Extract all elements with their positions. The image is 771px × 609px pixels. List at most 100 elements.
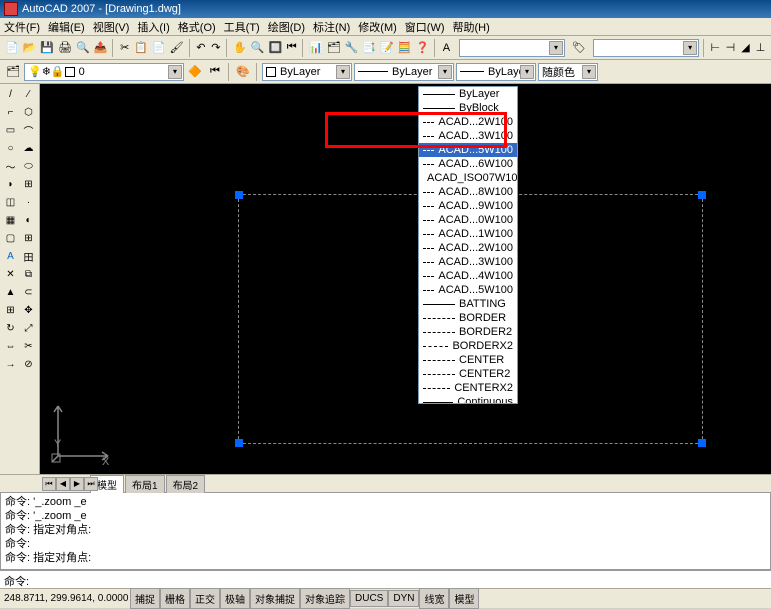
linetype-option[interactable]: ACAD...0W100 (419, 213, 517, 227)
osnap-button[interactable]: 对象捕捉 (250, 588, 300, 609)
menu-help[interactable]: 帮助(H) (453, 19, 490, 35)
layer-dropdown[interactable]: 💡❄🔒 0 (24, 63, 184, 81)
point-icon[interactable]: · (20, 194, 37, 211)
linetype-option[interactable]: ACAD...5W100 (419, 143, 517, 157)
extend-icon[interactable]: → (2, 356, 19, 373)
linetype-option[interactable]: ACAD...4W100 (419, 269, 517, 283)
layerprops-icon[interactable]: 🗂 (4, 63, 22, 81)
break-icon[interactable]: ⊘ (20, 356, 37, 373)
menu-draw[interactable]: 绘图(D) (268, 19, 305, 35)
move-icon[interactable]: ✥ (20, 302, 37, 319)
open-icon[interactable]: 📂 (22, 39, 38, 57)
dyn-button[interactable]: DYN (388, 590, 419, 607)
grip-tl[interactable] (235, 191, 243, 199)
tab-layout1[interactable]: 布局1 (125, 475, 165, 493)
grid-button[interactable]: 栅格 (160, 588, 190, 609)
menu-dimension[interactable]: 标注(N) (313, 19, 350, 35)
gradient-icon[interactable]: ◐ (20, 212, 37, 229)
tab-prev-icon[interactable]: ◀ (56, 477, 70, 491)
rotate-icon[interactable]: ↻ (2, 320, 19, 337)
dc-icon[interactable]: 🗂 (326, 39, 342, 57)
zoomprev-icon[interactable]: ⏮ (285, 39, 298, 57)
hatch-icon[interactable]: ▦ (2, 212, 19, 229)
publish-icon[interactable]: 📤 (93, 39, 109, 57)
calc-icon[interactable]: 🧮 (397, 39, 413, 57)
command-window[interactable]: 命令: '_.zoom _e 命令: '_.zoom _e 命令: 指定对角点:… (0, 492, 771, 570)
linetype-dropdown[interactable]: ByLayer (354, 63, 454, 81)
linetype-option[interactable]: ACAD_ISO07W100 (419, 171, 517, 185)
linetype-option[interactable]: ACAD...2W100 (419, 115, 517, 129)
tab-last-icon[interactable]: ⏭ (84, 477, 98, 491)
zoomwin-icon[interactable]: 🔲 (268, 39, 284, 57)
menu-modify[interactable]: 修改(M) (358, 19, 397, 35)
linetype-option[interactable]: ACAD...8W100 (419, 185, 517, 199)
dimstyle-dropdown[interactable] (593, 39, 699, 57)
tool-icon[interactable]: 🔧 (344, 39, 360, 57)
trim-icon[interactable]: ✂ (20, 338, 37, 355)
linetype-option[interactable]: ACAD...1W100 (419, 227, 517, 241)
dropdown-arrow-icon[interactable] (438, 65, 452, 79)
layerprev-icon[interactable]: ⏮ (206, 63, 224, 81)
cut-icon[interactable]: ✂ (118, 39, 131, 57)
linetype-option[interactable]: CENTERX2 (419, 381, 517, 395)
insert-icon[interactable]: ⊞ (20, 176, 37, 193)
linetype-option[interactable]: ACAD...9W100 (419, 199, 517, 213)
linetype-option[interactable]: CENTER (419, 353, 517, 367)
model-button[interactable]: 模型 (449, 588, 479, 609)
circle-icon[interactable]: ○ (2, 140, 19, 157)
rect-icon[interactable]: ▭ (2, 122, 19, 139)
grip-br[interactable] (698, 439, 706, 447)
linetype-option[interactable]: CENTER2 (419, 367, 517, 381)
color-dropdown[interactable]: ByLayer (262, 63, 352, 81)
offset-icon[interactable]: ⊂ (20, 284, 37, 301)
dropdown-arrow-icon[interactable] (168, 65, 182, 79)
undo-icon[interactable]: ↶ (194, 39, 207, 57)
tab-layout2[interactable]: 布局2 (166, 475, 206, 493)
array-icon[interactable]: ⊞ (2, 302, 19, 319)
pan-icon[interactable]: ✋ (232, 39, 248, 57)
save-icon[interactable]: 💾 (39, 39, 55, 57)
polygon-icon[interactable]: ⬡ (20, 104, 37, 121)
menu-insert[interactable]: 插入(I) (137, 19, 169, 35)
linetype-option[interactable]: BORDER (419, 311, 517, 325)
redo-icon[interactable]: ↷ (209, 39, 222, 57)
scale-icon[interactable]: ⤢ (20, 320, 37, 337)
menu-format[interactable]: 格式(O) (178, 19, 216, 35)
dropdown-arrow-icon[interactable] (582, 65, 596, 79)
linetype-option[interactable]: ACAD...3W100 (419, 129, 517, 143)
linetype-option[interactable]: ACAD...5W100 (419, 283, 517, 297)
preview-icon[interactable]: 🔍 (75, 39, 91, 57)
menu-window[interactable]: 窗口(W) (405, 19, 445, 35)
mtext-icon[interactable]: A (2, 248, 19, 265)
mirror-icon[interactable]: ▲ (2, 284, 19, 301)
paste-icon[interactable]: 📄 (151, 39, 167, 57)
table-icon[interactable]: ⊞ (20, 230, 37, 247)
linetype-option[interactable]: BORDERX2 (419, 339, 517, 353)
revcloud-icon[interactable]: ☁ (20, 140, 37, 157)
copy-icon[interactable]: ⧉ (20, 266, 37, 283)
snap-button[interactable]: 捕捉 (130, 588, 160, 609)
dropdown-arrow-icon[interactable] (520, 65, 534, 79)
dropdown-arrow-icon[interactable] (683, 41, 697, 55)
zoom-icon[interactable]: 🔍 (250, 39, 266, 57)
polar-button[interactable]: 极轴 (220, 588, 250, 609)
arc-icon[interactable]: ⌒ (20, 122, 37, 139)
erase-icon[interactable]: ✕ (2, 266, 19, 283)
plotstyle-dropdown[interactable]: 随颜色 (538, 63, 598, 81)
grip-bl[interactable] (235, 439, 243, 447)
command-input[interactable]: 命令: (0, 570, 771, 588)
pline-icon[interactable]: ⌐ (2, 104, 19, 121)
tab-first-icon[interactable]: ⏮ (42, 477, 56, 491)
plot-icon[interactable]: 🖨 (57, 39, 73, 57)
menu-tools[interactable]: 工具(T) (224, 19, 260, 35)
dim3-icon[interactable]: ◢ (739, 39, 752, 57)
layermatch-icon[interactable]: 🎨 (234, 63, 252, 81)
linetype-option[interactable]: BORDER2 (419, 325, 517, 339)
dim1-icon[interactable]: ⊢ (709, 39, 722, 57)
ellarc-icon[interactable]: ◗ (2, 176, 19, 193)
sheet-icon[interactable]: 📑 (361, 39, 377, 57)
dropdown-arrow-icon[interactable] (549, 41, 563, 55)
xline-icon[interactable]: ∕ (20, 86, 37, 103)
ellipse-icon[interactable]: ⬭ (20, 158, 37, 175)
anno2-icon[interactable]: 🏷 (571, 39, 587, 57)
